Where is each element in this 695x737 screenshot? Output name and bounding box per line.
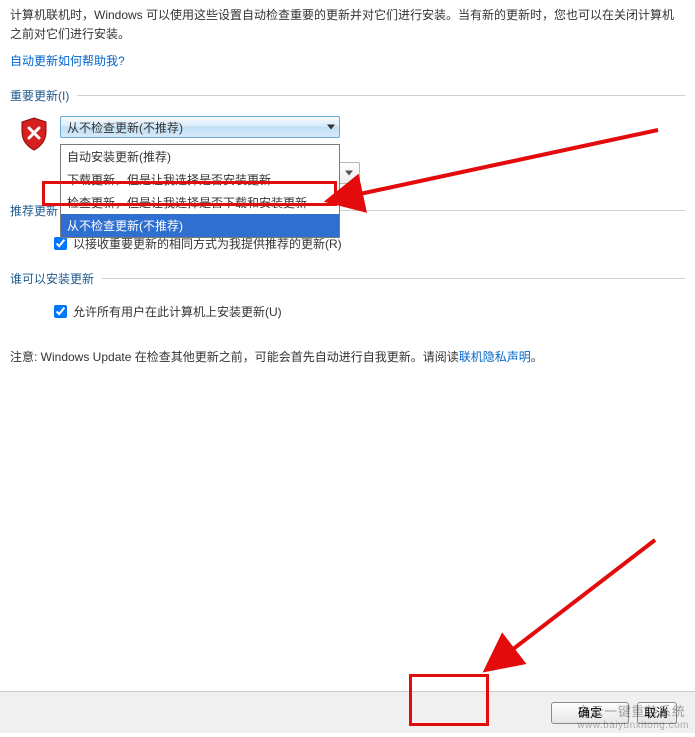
important-updates-group: 重要更新(I) 从不检查更新(不推荐) 自动安装更新(推荐) 下载更新，但是让我… <box>10 87 685 184</box>
watermark: 白云一键重装系统 www.baiyunxitong.com <box>577 701 689 731</box>
dropdown-option-selected[interactable]: 从不检查更新(不推荐) <box>61 214 339 237</box>
dropdown-option[interactable]: 下载更新，但是让我选择是否安装更新 <box>61 168 339 191</box>
note-text: 注意: Windows Update 在检查其他更新之前，可能会首先自动进行自我… <box>10 348 685 366</box>
shield-icon <box>18 116 50 152</box>
important-updates-dropdown: 自动安装更新(推荐) 下载更新，但是让我选择是否安装更新 检查更新，但是让我选择… <box>60 144 340 238</box>
note-prefix: 注意: Windows Update 在检查其他更新之前，可能会首先自动进行自我… <box>10 350 459 364</box>
important-updates-combo[interactable]: 从不检查更新(不推荐) <box>60 116 340 138</box>
privacy-link[interactable]: 联机隐私声明 <box>459 350 531 364</box>
intro-paragraph: 计算机联机时，Windows 可以使用这些设置自动检查重要的更新并对它们进行安装… <box>10 6 685 44</box>
who-legend: 谁可以安装更新 <box>10 270 102 287</box>
dropdown-option[interactable]: 自动安装更新(推荐) <box>61 145 339 168</box>
important-legend: 重要更新(I) <box>10 87 77 104</box>
note-suffix: 。 <box>531 350 543 364</box>
watermark-url: www.baiyunxitong.com <box>577 720 689 731</box>
who-can-install-group: 谁可以安装更新 允许所有用户在此计算机上安装更新(U) <box>10 270 685 320</box>
watermark-title: 白云一键重装系统 <box>577 704 685 719</box>
recommended-legend: 推荐更新 <box>10 202 66 219</box>
dropdown-option[interactable]: 检查更新，但是让我选择是否下载和安装更新 <box>61 191 339 214</box>
help-link[interactable]: 自动更新如何帮助我? <box>10 54 125 68</box>
allow-users-checkbox-label: 允许所有用户在此计算机上安装更新(U) <box>73 303 282 320</box>
recommended-checkbox[interactable] <box>54 237 67 250</box>
combo-selected-text: 从不检查更新(不推荐) <box>67 119 183 136</box>
chevron-down-icon <box>327 125 335 130</box>
allow-users-checkbox[interactable] <box>54 305 67 318</box>
